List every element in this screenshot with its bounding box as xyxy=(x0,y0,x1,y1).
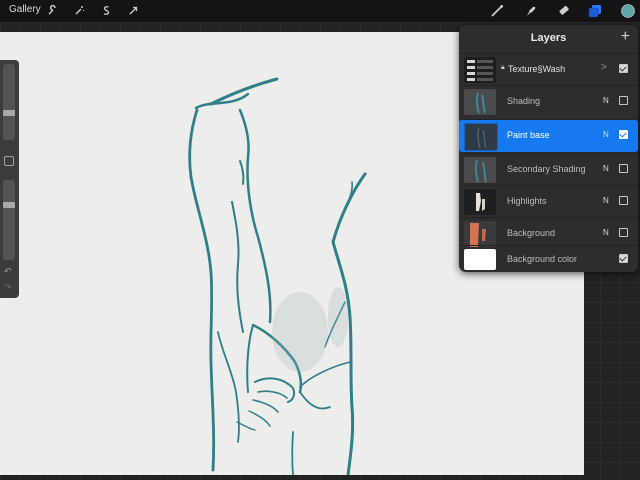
layer-visibility-checkbox[interactable] xyxy=(619,196,628,205)
chevron-right-icon[interactable]: > xyxy=(601,62,607,73)
color-swatch[interactable] xyxy=(620,3,635,18)
brush-size-slider[interactable] xyxy=(3,64,15,140)
opacity-thumb[interactable] xyxy=(3,202,15,208)
layer-name: Shading xyxy=(507,96,541,106)
layer-thumbnail xyxy=(464,189,496,215)
layers-icon[interactable] xyxy=(587,3,602,18)
layer-row-secondary-shading[interactable]: Secondary Shading N xyxy=(459,153,638,186)
layer-thumbnail xyxy=(464,123,498,151)
layer-row-background-color[interactable]: Background color xyxy=(459,245,638,273)
layer-name: Background color xyxy=(507,254,578,264)
blend-mode[interactable]: N xyxy=(603,164,609,173)
gallery-button[interactable]: Gallery xyxy=(9,4,41,15)
opacity-slider[interactable] xyxy=(3,180,15,260)
layer-name: Background xyxy=(507,228,556,238)
eraser-icon[interactable] xyxy=(556,3,571,18)
layer-thumbnail xyxy=(464,221,496,247)
layer-visibility-checkbox[interactable] xyxy=(619,96,628,105)
layer-group-row[interactable]: 🔒︎ Texture§Wash > xyxy=(459,53,638,84)
layers-panel-title: Layers xyxy=(530,32,567,44)
background-visibility-checkbox[interactable] xyxy=(619,254,628,263)
brush-size-thumb[interactable] xyxy=(3,110,15,116)
selection-icon[interactable] xyxy=(99,3,114,18)
blend-mode[interactable]: N xyxy=(603,130,609,139)
wrench-icon[interactable] xyxy=(45,3,60,18)
layer-name: Secondary Shading xyxy=(507,164,586,174)
lock-icon: 🔒︎ xyxy=(501,64,505,71)
top-toolbar: Gallery xyxy=(0,0,640,22)
background-color-swatch[interactable] xyxy=(464,249,496,270)
layer-group-name: Texture§Wash xyxy=(508,64,566,74)
layer-row-highlights[interactable]: Highlights N xyxy=(459,185,638,218)
add-layer-button[interactable]: + xyxy=(621,28,630,46)
layer-thumbnail xyxy=(464,157,496,183)
blend-mode[interactable]: N xyxy=(603,196,609,205)
layer-row-shading[interactable]: Shading N xyxy=(459,85,638,118)
layer-group-visibility-checkbox[interactable] xyxy=(619,64,628,73)
left-sidebar: ↶ ↷ xyxy=(0,60,19,298)
layer-row-paint-base[interactable]: Paint base N xyxy=(459,119,638,152)
layer-name: Highlights xyxy=(507,196,547,206)
magic-wand-icon[interactable] xyxy=(72,3,87,18)
undo-icon[interactable]: ↶ xyxy=(4,266,12,277)
layer-name: Paint base xyxy=(507,130,550,140)
transform-arrow-icon[interactable] xyxy=(126,3,141,18)
smudge-icon[interactable] xyxy=(523,3,538,18)
layer-thumbnail xyxy=(464,89,496,115)
group-thumbnail xyxy=(464,57,496,83)
redo-icon[interactable]: ↷ xyxy=(4,282,12,293)
layer-visibility-checkbox[interactable] xyxy=(619,228,628,237)
blend-mode[interactable]: N xyxy=(603,228,609,237)
modify-button[interactable] xyxy=(4,156,14,166)
layers-panel: Layers + 🔒︎ Texture§Wash > Shading N Pai… xyxy=(459,25,638,272)
brush-icon[interactable] xyxy=(489,3,504,18)
blend-mode[interactable]: N xyxy=(603,96,609,105)
layer-visibility-checkbox[interactable] xyxy=(619,164,628,173)
layer-visibility-checkbox[interactable] xyxy=(619,130,628,139)
